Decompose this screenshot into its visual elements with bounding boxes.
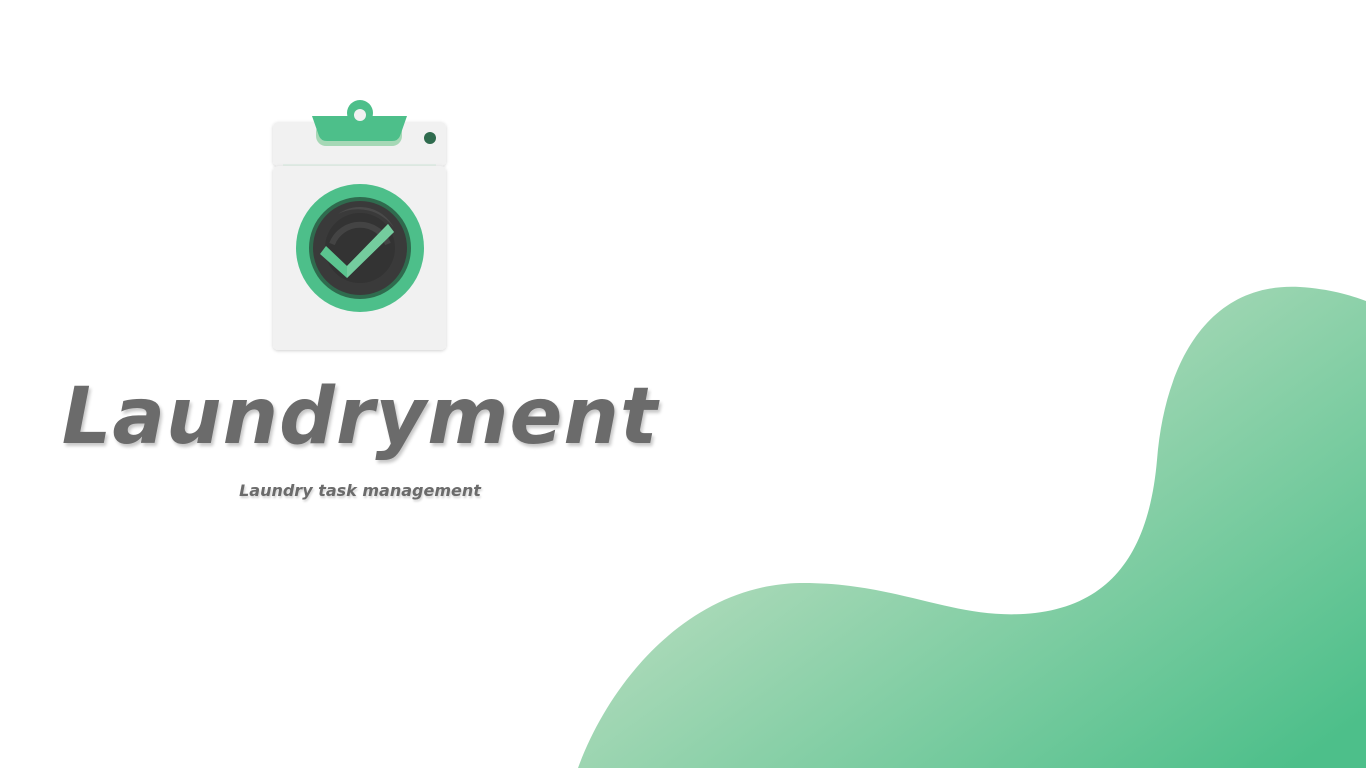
app-tagline: Laundry task management bbox=[239, 481, 481, 500]
washing-machine-clipboard-check-icon bbox=[273, 100, 446, 350]
app-title: Laundryment bbox=[61, 372, 659, 462]
splash-screen: Laundryment Laundry task management bbox=[0, 0, 1366, 768]
